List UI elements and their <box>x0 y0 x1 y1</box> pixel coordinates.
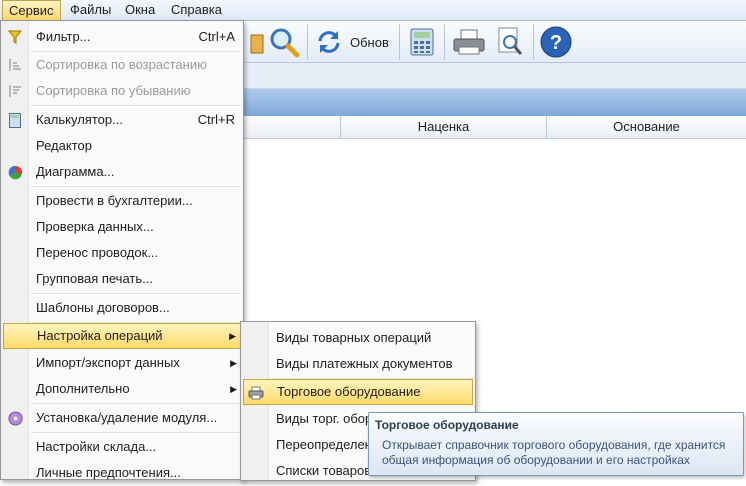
refresh-button[interactable]: Обнов <box>316 24 396 60</box>
refresh-label: Обнов <box>350 34 389 50</box>
tooltip-title: Торговое оборудование <box>375 418 519 432</box>
menu-item-warehouse-settings[interactable]: Настройки склада... <box>3 434 241 460</box>
menu-item-sort-ascending[interactable]: Сортировка по возрастанию <box>3 52 241 78</box>
menu-windows[interactable]: Окна <box>119 0 161 21</box>
filter-icon <box>6 28 24 46</box>
menu-item-label: Личные предпочтения... <box>36 465 181 480</box>
menu-files[interactable]: Файлы <box>64 0 117 21</box>
menu-item-calculator[interactable]: Калькулятор... Ctrl+R <box>3 107 241 133</box>
submenu-item-trade-equipment[interactable]: Торговое оборудование <box>243 379 473 405</box>
sort-descending-icon <box>6 82 24 100</box>
menu-item-label: Провести в бухгалтерии... <box>36 193 193 208</box>
menu-item-label: Виды товарных операций <box>276 330 432 345</box>
svg-text:?: ? <box>550 32 562 54</box>
menu-item-label: Виды торг. обор <box>276 411 373 426</box>
calculator-icon <box>410 28 434 56</box>
shortcut-label: Ctrl+R <box>197 112 235 127</box>
print-button[interactable] <box>450 24 488 60</box>
submenu-item-goods-operations[interactable]: Виды товарных операций <box>243 325 473 351</box>
menu-item-label: Дополнительно <box>36 381 130 396</box>
menu-item-label: Торговое оборудование <box>277 384 421 399</box>
calculator-icon <box>6 111 24 129</box>
submenu-arrow-icon: ▶ <box>230 384 237 394</box>
menu-item-label: Переопределен <box>276 437 372 452</box>
menu-item-label: Виды платежных документов <box>276 356 453 371</box>
search-button[interactable] <box>266 24 302 60</box>
print-preview-icon <box>498 27 523 55</box>
menu-item-post-accounting[interactable]: Провести в бухгалтерии... <box>3 188 241 214</box>
menu-item-transfer-postings[interactable]: Перенос проводок... <box>3 240 241 266</box>
menu-item-group-print[interactable]: Групповая печать... <box>3 266 241 292</box>
printer-icon <box>247 384 265 402</box>
sort-ascending-icon <box>6 56 24 74</box>
menu-service[interactable]: Сервис <box>2 0 61 21</box>
menu-item-label: Фильтр... <box>36 29 91 44</box>
menu-item-editor[interactable]: Редактор <box>3 133 241 159</box>
help-icon: ? <box>540 26 572 58</box>
menu-item-install-module[interactable]: Установка/удаление модуля... <box>3 405 241 431</box>
menu-item-label: Перенос проводок... <box>36 245 159 260</box>
submenu-item-payment-documents[interactable]: Виды платежных документов <box>243 351 473 377</box>
menu-item-label: Редактор <box>36 138 92 153</box>
menubar: Сервис Файлы Окна Справка <box>0 0 746 21</box>
menu-item-chart[interactable]: Диаграмма... <box>3 159 241 185</box>
refresh-icon <box>318 31 340 53</box>
calculator-button[interactable] <box>404 24 440 60</box>
menu-item-label: Калькулятор... <box>36 112 123 127</box>
menu-item-personal-preferences[interactable]: Личные предпочтения... <box>3 460 241 486</box>
preview-button[interactable] <box>492 24 528 60</box>
menu-item-label: Списки товаров <box>276 463 372 478</box>
menu-item-operation-settings[interactable]: Настройка операций ▶ <box>3 323 241 349</box>
column-header-markup[interactable]: Наценка <box>340 116 546 139</box>
menu-item-label: Импорт/экспорт данных <box>36 355 180 370</box>
menu-item-label: Шаблоны договоров... <box>36 300 170 315</box>
menu-item-label: Настройка операций <box>37 328 163 343</box>
tooltip: Торговое оборудование Открывает справочн… <box>368 412 744 476</box>
menu-item-check-data[interactable]: Проверка данных... <box>3 214 241 240</box>
submenu-arrow-icon: ▶ <box>230 358 237 368</box>
column-header-basis[interactable]: Основание <box>546 116 746 139</box>
magnifier-icon <box>270 28 300 58</box>
menu-item-label: Сортировка по возрастанию <box>36 57 207 72</box>
paste-icon[interactable] <box>246 24 268 60</box>
menu-item-additional[interactable]: Дополнительно ▶ <box>3 376 241 402</box>
service-menu: Фильтр... Ctrl+A Сортировка по возрастан… <box>0 20 244 480</box>
menu-item-label: Установка/удаление модуля... <box>36 410 218 425</box>
tooltip-description: Открывает справочник торгового оборудова… <box>382 438 726 467</box>
menu-item-label: Диаграмма... <box>36 164 115 179</box>
menu-item-contract-templates[interactable]: Шаблоны договоров... <box>3 295 241 321</box>
menu-item-label: Групповая печать... <box>36 271 153 286</box>
menu-help[interactable]: Справка <box>165 0 228 21</box>
shortcut-label: Ctrl+A <box>198 29 235 44</box>
printer-icon <box>453 29 485 55</box>
menu-item-label: Настройки склада... <box>36 439 157 454</box>
menu-item-label: Проверка данных... <box>36 219 154 234</box>
menu-item-import-export[interactable]: Импорт/экспорт данных ▶ <box>3 350 241 376</box>
menu-item-label: Сортировка по убыванию <box>36 83 191 98</box>
menu-item-filter[interactable]: Фильтр... Ctrl+A <box>3 24 241 50</box>
disc-icon <box>6 409 24 427</box>
pie-chart-icon <box>6 163 24 181</box>
submenu-arrow-icon: ▶ <box>229 331 236 341</box>
help-button[interactable]: ? <box>538 24 574 60</box>
menu-item-sort-descending[interactable]: Сортировка по убыванию <box>3 78 241 104</box>
